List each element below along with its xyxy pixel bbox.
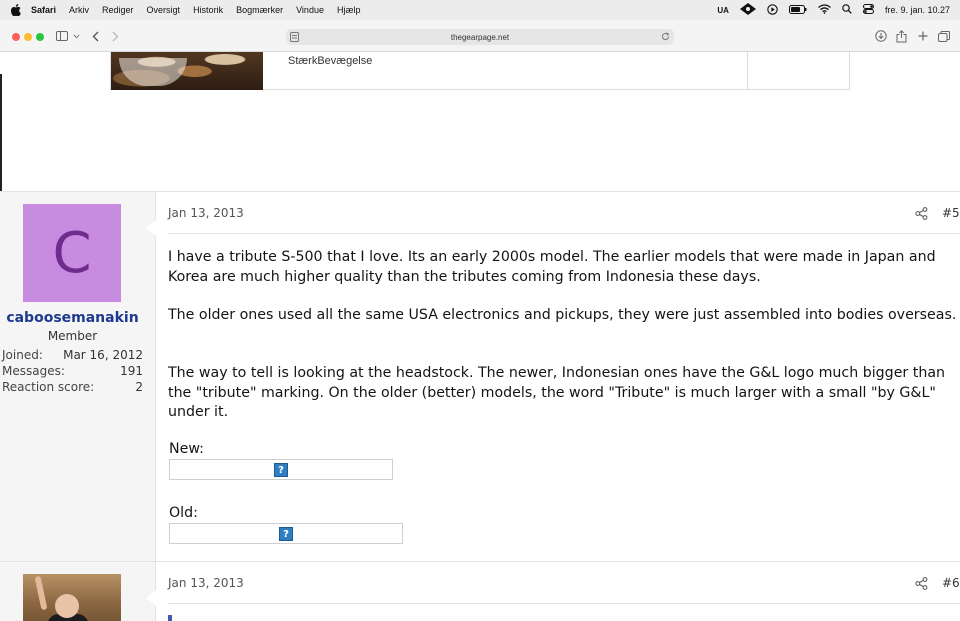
share-toolbar-icon[interactable] bbox=[896, 28, 907, 44]
share-icon[interactable] bbox=[915, 575, 928, 594]
menu-bar: Safari Arkiv Rediger Oversigt Historik B… bbox=[0, 0, 960, 20]
stat-value: Mar 16, 2012 bbox=[63, 348, 143, 362]
forward-button[interactable] bbox=[112, 28, 119, 44]
ad-divider bbox=[747, 52, 748, 90]
post-author-sidebar: C caboosemanakin Member Joined: Mar 16, … bbox=[0, 192, 156, 562]
image-label-new: New: bbox=[169, 441, 204, 457]
download-icon[interactable] bbox=[875, 28, 887, 44]
menu-arkiv[interactable]: Arkiv bbox=[69, 5, 89, 15]
post-author-sidebar bbox=[0, 562, 156, 621]
avatar[interactable]: C bbox=[23, 204, 121, 302]
control-center-icon[interactable] bbox=[862, 4, 874, 16]
username[interactable]: caboosemanakin bbox=[0, 310, 145, 326]
menu-historik[interactable]: Historik bbox=[193, 5, 223, 15]
post-meta-divider bbox=[168, 233, 960, 234]
post-paragraph: The way to tell is looking at the headst… bbox=[168, 365, 946, 420]
sidebar-toggle-icon[interactable] bbox=[56, 28, 68, 44]
chevron-down-icon[interactable] bbox=[73, 28, 80, 44]
broken-image-old[interactable]: ? bbox=[169, 523, 403, 544]
address-bar[interactable]: thegearpage.net bbox=[286, 29, 674, 45]
ad-brand[interactable]: StærkBevægelse bbox=[288, 55, 372, 67]
share-icon[interactable] bbox=[915, 205, 928, 224]
input-source-indicator[interactable]: UA bbox=[717, 6, 729, 15]
page-settings-icon[interactable] bbox=[290, 32, 299, 44]
close-window-button[interactable] bbox=[12, 33, 20, 41]
stat-value: 2 bbox=[135, 380, 143, 394]
post-5: C caboosemanakin Member Joined: Mar 16, … bbox=[0, 192, 960, 562]
apple-menu-icon[interactable] bbox=[9, 3, 23, 17]
menu-oversigt[interactable]: Oversigt bbox=[147, 5, 181, 15]
image-label-old: Old: bbox=[169, 505, 198, 521]
post-number[interactable]: #6 bbox=[942, 576, 960, 590]
quote-bar bbox=[168, 615, 172, 621]
menu-rediger[interactable]: Rediger bbox=[102, 5, 134, 15]
back-button[interactable] bbox=[92, 28, 99, 44]
avatar[interactable] bbox=[23, 574, 121, 621]
stat-messages: Messages: 191 bbox=[2, 364, 143, 378]
stat-joined: Joined: Mar 16, 2012 bbox=[2, 348, 143, 362]
stat-label: Joined: bbox=[2, 348, 43, 362]
tab-overview-icon[interactable] bbox=[938, 28, 950, 44]
vpn-icon[interactable] bbox=[739, 3, 756, 17]
broken-image-icon: ? bbox=[274, 463, 288, 477]
stat-reaction-score: Reaction score: 2 bbox=[2, 380, 143, 394]
stat-label: Reaction score: bbox=[2, 380, 95, 394]
menubar-clock[interactable]: fre. 9. jan. 10.27 bbox=[885, 5, 950, 15]
ad-image[interactable] bbox=[111, 52, 263, 90]
post-number[interactable]: #5 bbox=[942, 206, 960, 220]
sidebar-arrow bbox=[146, 220, 156, 236]
stat-label: Messages: bbox=[2, 364, 65, 378]
browser-toolbar: thegearpage.net bbox=[0, 20, 960, 52]
web-page: StærkBevægelse C caboosemanakin Member J… bbox=[0, 52, 960, 621]
page-edge bbox=[0, 74, 2, 194]
post-date[interactable]: Jan 13, 2013 bbox=[168, 206, 244, 220]
menu-safari[interactable]: Safari bbox=[31, 5, 56, 15]
post-date[interactable]: Jan 13, 2013 bbox=[168, 576, 244, 590]
user-title: Member bbox=[47, 329, 98, 343]
battery-icon[interactable] bbox=[788, 4, 807, 16]
post-paragraph: The older ones used all the same USA ele… bbox=[168, 307, 957, 323]
post-paragraph: I have a tribute S-500 that I love. Its … bbox=[168, 249, 936, 285]
play-icon[interactable] bbox=[767, 3, 778, 17]
menu-vindue[interactable]: Vindue bbox=[296, 5, 324, 15]
menu-hjaelp[interactable]: Hjælp bbox=[337, 5, 361, 15]
sidebar-arrow bbox=[146, 590, 156, 606]
minimize-window-button[interactable] bbox=[24, 33, 32, 41]
post-meta-divider bbox=[168, 603, 960, 604]
url-text: thegearpage.net bbox=[450, 32, 510, 42]
post-6: Jan 13, 2013 #6 bbox=[0, 562, 960, 621]
wifi-icon[interactable] bbox=[818, 4, 831, 16]
reload-icon[interactable] bbox=[661, 32, 670, 43]
new-tab-icon[interactable] bbox=[918, 28, 928, 44]
spotlight-search-icon[interactable] bbox=[842, 4, 852, 16]
stat-value: 191 bbox=[120, 364, 143, 378]
broken-image-new[interactable]: ? bbox=[169, 459, 393, 480]
ad-banner[interactable]: StærkBevægelse bbox=[110, 52, 850, 90]
zoom-window-button[interactable] bbox=[36, 33, 44, 41]
menu-bogmaerker[interactable]: Bogmærker bbox=[236, 5, 283, 15]
broken-image-icon: ? bbox=[279, 527, 293, 541]
